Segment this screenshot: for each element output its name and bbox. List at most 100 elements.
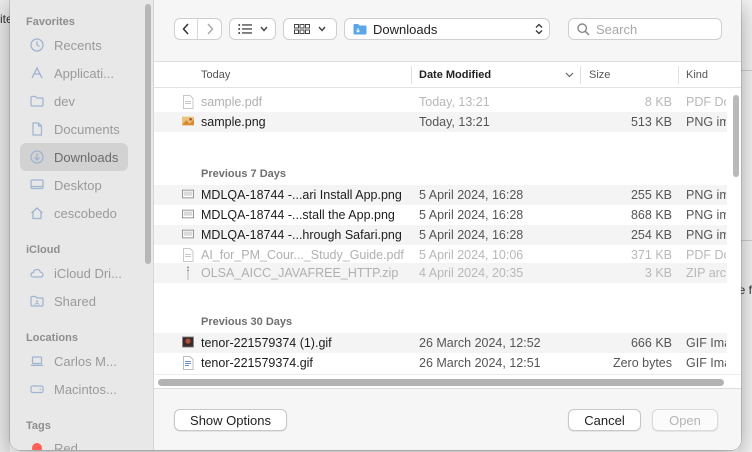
- sidebar-item-carlos-m[interactable]: Carlos M...: [20, 347, 128, 375]
- location-label: Downloads: [373, 21, 438, 37]
- shared-folder-icon: [30, 294, 44, 308]
- file-row[interactable]: MDLQA-18744 -...hrough Safari.png 5 April…: [154, 225, 727, 245]
- sidebar-item-icloud-dri[interactable]: iCloud Dri...: [20, 259, 128, 287]
- location-popup[interactable]: Downloads: [344, 18, 550, 40]
- download-icon: [30, 150, 44, 164]
- sidebar-item-dev[interactable]: dev: [20, 87, 128, 115]
- icloud-section-title: iCloud: [26, 244, 61, 256]
- file-size: 666 KB: [630, 336, 672, 350]
- file-size: Zero bytes: [612, 356, 672, 370]
- chevron-right-icon: [206, 23, 214, 35]
- search-field[interactable]: [568, 18, 722, 40]
- file-image-dark-icon: [182, 336, 194, 350]
- background-divider: [740, 240, 752, 241]
- file-date-modified: 5 April 2024, 16:28: [419, 208, 524, 222]
- file-name: MDLQA-18744 -...ari Install App.png: [201, 188, 402, 202]
- file-size: 254 KB: [630, 228, 672, 242]
- file-row[interactable]: MDLQA-18744 -...stall the App.png 5 April…: [154, 205, 727, 225]
- file-size: 255 KB: [630, 188, 672, 202]
- file-image-color-icon: [182, 115, 194, 129]
- sidebar-item-label: Macintos...: [54, 381, 117, 397]
- file-row[interactable]: sample.pdf Today, 13:21 8 KB PDF Doc: [154, 92, 727, 112]
- sidebar-item-shared[interactable]: Shared: [20, 287, 128, 315]
- sidebar-item-desktop[interactable]: Desktop: [20, 171, 128, 199]
- cancel-button[interactable]: Cancel: [568, 409, 641, 431]
- grid-view-icon: [294, 24, 310, 34]
- file-row[interactable]: sample.png Today, 13:21 513 KB PNG ima: [154, 112, 727, 132]
- sidebar-item-label: Red: [54, 440, 78, 451]
- file-kind: PDF Doc: [686, 95, 726, 109]
- locations-section-title: Locations: [26, 332, 78, 344]
- column-header-date-modified[interactable]: Date Modified: [419, 69, 491, 81]
- sidebar-item-label: Downloads: [54, 149, 119, 165]
- sidebar-item-label: Shared: [54, 293, 96, 309]
- sidebar-scrollbar[interactable]: [145, 4, 151, 264]
- back-button[interactable]: [175, 19, 199, 39]
- sidebar-item-applicati[interactable]: Applicati...: [20, 59, 128, 87]
- file-size: 8 KB: [644, 95, 672, 109]
- file-kind: PNG ima: [686, 115, 726, 129]
- file-row[interactable]: MDLQA-18744 -...ari Install App.png 5 Apr…: [154, 185, 727, 205]
- background-left-edge: ite: [0, 0, 13, 452]
- column-header-name[interactable]: Today: [201, 69, 230, 81]
- show-options-button[interactable]: Show Options: [174, 409, 287, 431]
- file-row[interactable]: OLSA_AICC_JAVAFREE_HTTP.zip 4 April 2024,…: [154, 263, 727, 283]
- file-kind: PDF Doc: [686, 248, 726, 262]
- column-header-size[interactable]: Size: [589, 69, 610, 81]
- sidebar-item-label: iCloud Dri...: [54, 265, 122, 281]
- group-title-previous-30-days: Previous 30 Days: [201, 316, 293, 328]
- file-zip-icon: [182, 266, 194, 280]
- column-divider[interactable]: [678, 66, 679, 84]
- sidebar-item-recents[interactable]: Recents: [20, 31, 128, 59]
- sidebar-item-red[interactable]: Red: [20, 434, 128, 450]
- forward-button[interactable]: [198, 23, 221, 35]
- file-row[interactable]: tenor-221579374 (1).gif 26 March 2024, 12…: [154, 333, 727, 353]
- file-size: 371 KB: [630, 248, 672, 262]
- sidebar-item-downloads[interactable]: Downloads: [20, 143, 128, 171]
- column-divider[interactable]: [411, 66, 412, 84]
- sidebar-item-macintos[interactable]: Macintos...: [20, 375, 128, 403]
- sidebar-item-label: Recents: [54, 37, 102, 53]
- file-list-horizontal-scrollbar[interactable]: [158, 379, 724, 386]
- clock-icon: [30, 38, 44, 52]
- file-list-horizontal-scroll-track: [154, 374, 741, 388]
- document-icon: [30, 122, 44, 136]
- sidebar-item-label: Desktop: [54, 177, 102, 193]
- open-button[interactable]: Open: [652, 409, 718, 431]
- disk-icon: [30, 382, 44, 396]
- list-view-button[interactable]: [229, 18, 276, 40]
- search-input[interactable]: [596, 21, 716, 37]
- column-header-kind[interactable]: Kind: [686, 69, 708, 81]
- cloud-icon: [30, 266, 44, 280]
- grid-view-button[interactable]: [283, 18, 337, 40]
- file-screenshot-icon: [182, 228, 194, 242]
- file-row[interactable]: tenor-221579374.gif 26 March 2024, 12:51 Z…: [154, 353, 727, 373]
- home-icon: [30, 206, 44, 220]
- dialog-footer: Show Options Cancel Open: [154, 388, 741, 450]
- file-name: MDLQA-18744 -...stall the App.png: [201, 208, 395, 222]
- file-screenshot-icon: [182, 188, 194, 202]
- laptop-icon: [30, 354, 44, 368]
- file-date-modified: 4 April 2024, 20:35: [419, 266, 524, 280]
- applications-icon: [30, 66, 44, 80]
- nav-buttons: [174, 18, 222, 40]
- file-date-modified: 5 April 2024, 10:06: [419, 248, 524, 262]
- file-date-modified: 26 March 2024, 12:51: [419, 356, 541, 370]
- sidebar-item-cescobedo[interactable]: cescobedo: [20, 199, 128, 227]
- up-down-arrows-icon: [535, 23, 543, 35]
- file-kind: PNG ima: [686, 228, 726, 242]
- file-name: tenor-221579374.gif: [201, 356, 313, 370]
- search-icon: [577, 22, 590, 36]
- file-kind: GIF Ima: [686, 336, 726, 350]
- file-screenshot-icon: [182, 208, 194, 222]
- tag-color-icon: [30, 441, 44, 450]
- file-kind: GIF Ima: [686, 356, 726, 370]
- tags-section-title: Tags: [26, 420, 51, 432]
- sidebar-item-documents[interactable]: Documents: [20, 115, 128, 143]
- favorites-section-title: Favorites: [26, 16, 75, 28]
- file-row[interactable]: AI_for_PM_Cour..._Study_Guide.pdf 5 April…: [154, 245, 727, 265]
- folder-icon: [353, 24, 367, 35]
- file-name: sample.pdf: [201, 95, 263, 109]
- file-list-vertical-scrollbar[interactable]: [733, 95, 739, 177]
- column-divider[interactable]: [580, 66, 581, 84]
